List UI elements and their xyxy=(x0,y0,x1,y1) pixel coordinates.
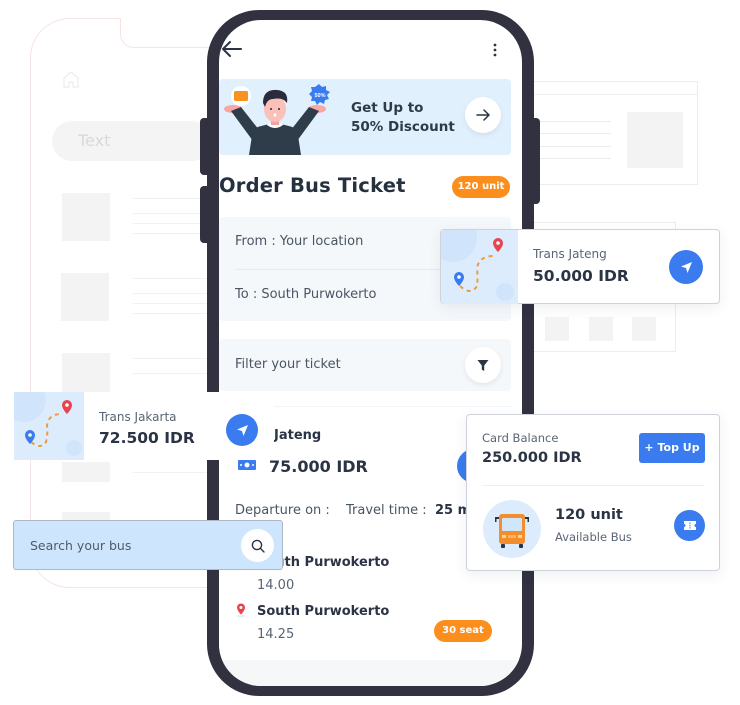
promo-line-2: 50% Discount xyxy=(351,119,455,135)
search-bus-input[interactable]: Search your bus xyxy=(13,520,283,570)
wireframe-line xyxy=(133,472,208,473)
card-balance-label: Card Balance xyxy=(482,431,559,445)
wireframe-line xyxy=(133,358,208,359)
wireframe-line xyxy=(133,278,208,279)
route-price: 72.500 IDR xyxy=(99,429,195,447)
screen-bottom-area xyxy=(219,660,522,686)
available-bus-label: Available Bus xyxy=(555,530,632,544)
wireframe-line xyxy=(133,213,208,214)
search-placeholder: Search your bus xyxy=(30,538,132,553)
card-balance-value: 250.000 IDR xyxy=(482,450,582,466)
wireframe-line xyxy=(133,198,208,199)
route-map-thumbnail xyxy=(14,392,84,460)
wireframe-thumbnail xyxy=(62,193,110,241)
filter-icon xyxy=(477,359,489,371)
available-bus-count: 120 unit xyxy=(555,507,623,523)
unit-count-badge: 120 unit xyxy=(452,176,510,198)
route-price: 50.000 IDR xyxy=(533,267,629,285)
seat-count-badge: 30 seat xyxy=(434,620,492,642)
wireframe-line xyxy=(133,233,208,234)
bus-icon-container xyxy=(483,500,541,558)
stop-time: 14.00 xyxy=(257,578,295,593)
ticket-price: 75.000 IDR xyxy=(269,457,368,476)
navigation-arrow-icon xyxy=(680,261,692,273)
from-location-field[interactable]: From : Your location xyxy=(235,234,363,249)
promo-banner[interactable]: 50% Get Up to 50% Discount xyxy=(219,79,511,155)
home-icon xyxy=(63,71,79,88)
navigate-button[interactable] xyxy=(669,250,703,284)
arrow-right-icon xyxy=(476,109,490,121)
promo-line-1: Get Up to xyxy=(351,100,424,116)
promo-text: Get Up to 50% Discount xyxy=(351,99,455,137)
more-vertical-icon[interactable] xyxy=(492,42,498,58)
wireframe-card-right xyxy=(530,81,698,185)
wireframe-line xyxy=(133,373,208,374)
navigate-button[interactable] xyxy=(226,414,258,446)
phone-screen: 50% Get Up to 50% Discount Order Bus Tic… xyxy=(219,20,522,686)
route-map-icon xyxy=(441,230,514,301)
stop-time: 14.25 xyxy=(257,627,295,642)
filter-bar[interactable]: Filter your ticket xyxy=(219,339,511,391)
wireframe-line xyxy=(133,293,208,294)
wireframe-thumbnail xyxy=(61,273,109,321)
promo-go-button[interactable] xyxy=(465,97,501,133)
divider xyxy=(482,485,704,486)
top-up-button[interactable]: + Top Up xyxy=(639,433,705,463)
to-location-field[interactable]: To : South Purwokerto xyxy=(235,287,376,302)
back-arrow-icon[interactable] xyxy=(221,40,243,58)
ticket-icon xyxy=(683,521,696,530)
departure-label: Departure on : xyxy=(235,503,330,518)
bus-icon xyxy=(495,514,529,548)
stop-name: South Purwokerto xyxy=(257,604,390,619)
filter-label: Filter your ticket xyxy=(235,357,341,372)
route-name: Trans Jakarta xyxy=(99,410,177,424)
route-map-thumbnail xyxy=(441,230,518,304)
search-button[interactable] xyxy=(241,529,274,562)
wireframe-line xyxy=(133,223,208,224)
location-pin-icon xyxy=(237,603,245,617)
wireframe-line xyxy=(133,303,208,304)
discount-tag-text: 50% xyxy=(314,93,325,99)
wireframe-search-field: Text xyxy=(52,121,212,161)
route-card-trans-jakarta[interactable]: Trans Jakarta 72.500 IDR xyxy=(14,392,274,462)
card-balance-panel: Card Balance 250.000 IDR + Top Up 120 un… xyxy=(466,414,720,571)
wireframe-line xyxy=(133,313,208,314)
ticket-button[interactable] xyxy=(674,510,705,541)
route-map-icon xyxy=(14,392,82,456)
navigation-arrow-icon xyxy=(236,424,248,436)
search-icon xyxy=(251,539,265,553)
travel-time-label: Travel time : xyxy=(346,503,427,518)
page-title: Order Bus Ticket xyxy=(219,174,406,197)
ticket-bus-name: Jateng xyxy=(274,428,322,443)
route-card-trans-jateng[interactable]: Trans Jateng 50.000 IDR xyxy=(440,229,720,304)
route-name: Trans Jateng xyxy=(533,247,607,261)
promo-illustration: 50% xyxy=(224,84,330,155)
filter-button[interactable] xyxy=(465,347,501,383)
wireframe-thumbnail xyxy=(62,462,110,482)
